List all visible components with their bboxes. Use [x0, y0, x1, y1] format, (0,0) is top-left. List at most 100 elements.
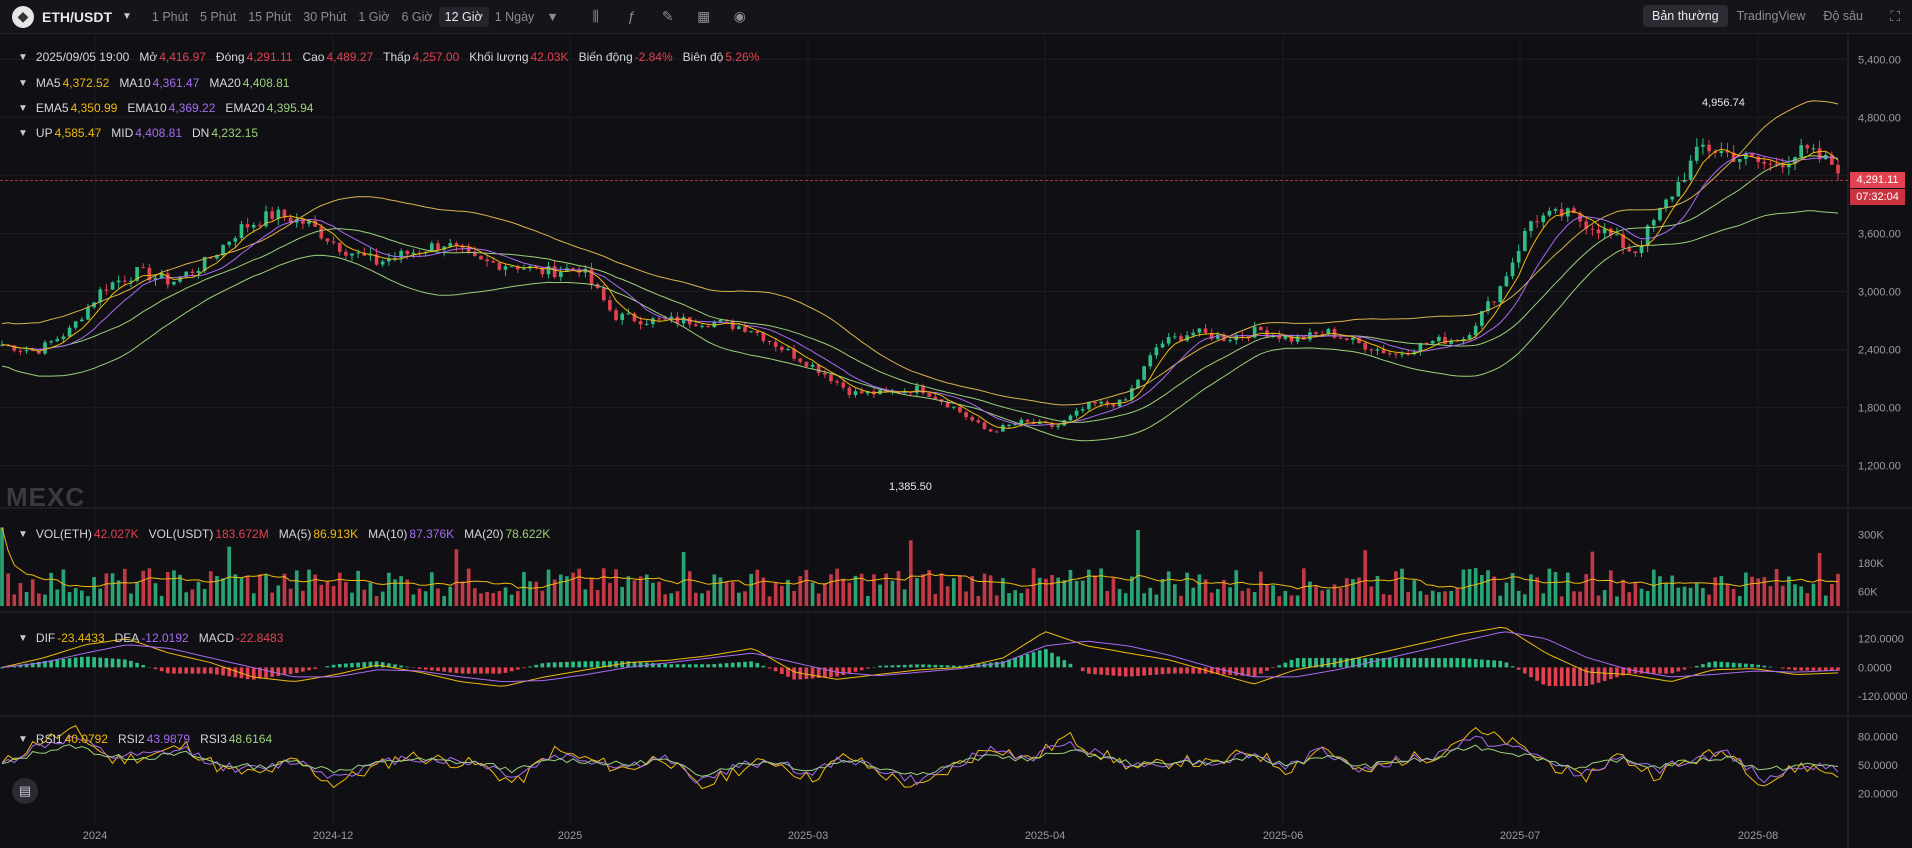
macd-histogram-bar: [1750, 664, 1754, 668]
mode-tradingview[interactable]: TradingView: [1728, 5, 1815, 27]
countdown-tag: 07:32:04: [1850, 189, 1905, 205]
volume-bar: [1369, 586, 1374, 606]
interval-12h[interactable]: 12 Giờ: [438, 6, 489, 27]
volume-bar: [749, 573, 753, 606]
volume-bar: [1498, 595, 1503, 606]
candle-type-icon[interactable]: ⫼: [585, 8, 607, 25]
indicator-icon[interactable]: ƒ: [621, 8, 643, 25]
volume-bar: [1443, 591, 1447, 606]
macd-histogram-bar: [669, 664, 674, 668]
volume-bar: [933, 594, 938, 606]
ma20-line: [1, 155, 1839, 423]
macd-histogram-bar: [687, 664, 692, 668]
macd-histogram-bar: [92, 657, 96, 668]
mode-standard[interactable]: Bản thường: [1642, 5, 1728, 27]
collapse-chevron-icon[interactable]: ▼: [18, 633, 28, 644]
macd-histogram-bar: [945, 665, 950, 668]
macd-histogram-bar: [1596, 667, 1601, 683]
candle-body: [67, 327, 72, 337]
symbol-selector[interactable]: ◆ ETH/USDT ▼: [12, 5, 132, 28]
interval-1m[interactable]: 1 Phút: [146, 7, 194, 27]
macd-histogram-bar: [1756, 664, 1761, 668]
draw-pencil-icon[interactable]: ✎: [657, 8, 679, 25]
macd-histogram-bar: [1817, 667, 1822, 671]
volume-bar: [755, 569, 760, 606]
collapse-chevron-icon[interactable]: ▼: [18, 103, 28, 114]
macd-histogram-bar: [159, 667, 164, 672]
macd-histogram-bar: [1056, 656, 1060, 668]
candle-body: [86, 307, 90, 320]
candle-body: [540, 266, 545, 275]
volume-bar: [1271, 585, 1275, 606]
macd-histogram-bar: [1504, 662, 1509, 668]
macd-histogram-bar: [1572, 667, 1576, 687]
collapse-chevron-icon[interactable]: ▼: [18, 128, 28, 139]
camera-icon[interactable]: ◉: [729, 8, 751, 25]
macd-histogram-bar: [1111, 667, 1116, 676]
macd-histogram-bar: [1473, 659, 1478, 668]
macd-histogram-bar: [141, 665, 146, 668]
vol-ma10-value: 87.376K: [409, 527, 455, 541]
collapse-chevron-icon[interactable]: ▼: [18, 734, 28, 745]
interval-more-chevron-icon[interactable]: ▼: [540, 7, 564, 27]
chart-grid: [0, 33, 1912, 848]
collapse-chevron-icon[interactable]: ▼: [18, 78, 28, 89]
x-tick-label: 2024: [83, 830, 107, 842]
volume-bar: [1025, 588, 1030, 606]
volume-bar: [1289, 595, 1294, 606]
macd-histogram-bar: [1234, 667, 1239, 676]
macd-histogram-bar: [528, 666, 532, 668]
volume-bar: [301, 590, 305, 606]
x-tick-label: 2025-07: [1500, 830, 1540, 842]
interval-1d[interactable]: 1 Ngày: [489, 7, 541, 27]
volume-bar: [1774, 568, 1779, 606]
interval-5m[interactable]: 5 Phút: [194, 7, 242, 27]
interval-30m[interactable]: 30 Phút: [297, 7, 352, 27]
macd-histogram-bar: [847, 667, 852, 674]
candle-body: [841, 382, 846, 388]
chevron-down-icon[interactable]: ▼: [122, 11, 132, 22]
price-chart[interactable]: 5,400.004,800.004,200.003,600.003,000.00…: [0, 33, 1912, 848]
volume-bar: [657, 581, 661, 606]
calendar-icon[interactable]: ▤: [12, 778, 38, 804]
x-tick-label: 2025-03: [788, 830, 828, 842]
macd-histogram-bar: [1529, 667, 1533, 678]
volume-bar: [1725, 583, 1730, 606]
macd-histogram-bar: [417, 667, 422, 669]
interval-1h[interactable]: 1 Giờ: [352, 7, 395, 27]
macd-histogram-bar: [1222, 667, 1226, 675]
volume-bar: [1615, 596, 1619, 606]
candle-body: [558, 271, 563, 278]
macd-histogram-bar: [700, 664, 704, 668]
mode-depth[interactable]: Độ sâu: [1814, 5, 1872, 27]
volume-bar: [798, 576, 803, 606]
collapse-chevron-icon[interactable]: ▼: [18, 52, 28, 63]
macd-histogram-bar: [55, 659, 60, 668]
open-value: 4,416.97: [159, 50, 206, 64]
macd-histogram-bar: [908, 664, 913, 668]
volume-bar: [190, 589, 195, 606]
candle-body: [165, 273, 170, 285]
macd-histogram-bar: [491, 667, 496, 674]
candle-body: [1707, 144, 1711, 152]
volume-bar: [497, 590, 502, 606]
macd-histogram-bar: [1087, 667, 1091, 674]
interval-6h[interactable]: 6 Giờ: [396, 7, 439, 27]
candle-body: [1074, 410, 1079, 416]
macd-histogram-bar: [362, 662, 367, 668]
layout-grid-icon[interactable]: ▦: [693, 8, 715, 25]
volume-bar: [1215, 589, 1220, 606]
collapse-chevron-icon[interactable]: ▼: [18, 529, 28, 540]
volume-bar: [712, 574, 717, 606]
macd-histogram-bar: [1541, 667, 1546, 685]
interval-15m[interactable]: 15 Phút: [242, 7, 297, 27]
macd-histogram-bar: [1787, 667, 1791, 670]
change-value: -2.84%: [634, 50, 673, 64]
candle-body: [835, 381, 839, 383]
volume-bar: [1351, 579, 1355, 606]
macd-histogram-bar: [1811, 667, 1816, 671]
volume-bar: [282, 573, 287, 606]
volume-bar: [466, 568, 471, 606]
fullscreen-icon[interactable]: ⛶: [1890, 8, 1900, 25]
macd-histogram-bar: [712, 664, 717, 668]
